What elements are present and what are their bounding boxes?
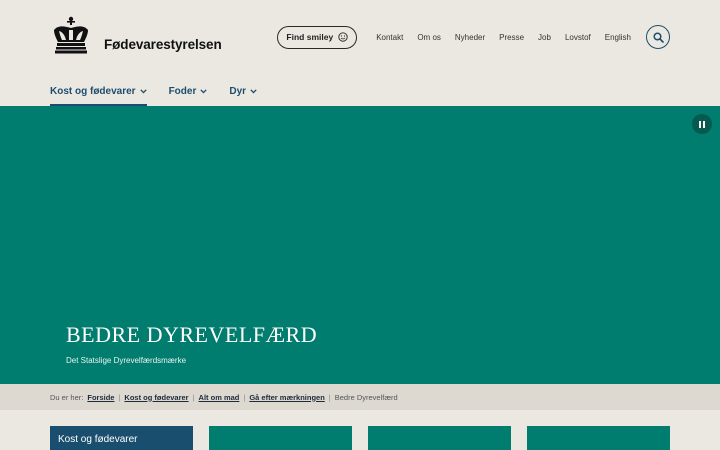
chevron-down-icon (139, 89, 147, 94)
breadcrumb-link-forside[interactable]: Forside (87, 393, 114, 402)
card-row: Kost og fødevarer (50, 426, 686, 450)
smiley-icon (338, 32, 348, 42)
site-logo[interactable]: Fødevarestyrelsen (50, 16, 222, 54)
top-navigation: Find smiley Kontakt Om os Nyheder Presse… (277, 25, 670, 49)
chevron-down-icon (250, 89, 257, 94)
hero-title: BEDRE DYREVELFÆRD (66, 322, 318, 347)
search-icon (652, 31, 664, 43)
find-smiley-button[interactable]: Find smiley (277, 25, 358, 49)
chevron-down-icon (200, 89, 208, 94)
top-link-english[interactable]: English (605, 33, 631, 42)
pause-button[interactable] (692, 114, 712, 134)
nav-item-kost-og-foedevarer[interactable]: Kost og fødevarer (50, 86, 147, 106)
brand-name: Fødevarestyrelsen (104, 37, 222, 52)
hero-subtitle: Det Statslige Dyrevelfærdsmærke (66, 356, 187, 365)
find-smiley-label: Find smiley (286, 32, 334, 42)
card-teaser[interactable] (527, 426, 670, 450)
crown-icon (54, 16, 88, 54)
nav-item-label: Dyr (229, 86, 247, 97)
top-link-job[interactable]: Job (538, 33, 551, 42)
breadcrumb-link-gaa-efter-maerkningen[interactable]: Gå efter mærkningen (249, 393, 324, 402)
breadcrumb-link-kost-og-foedevarer[interactable]: Kost og fødevarer (124, 393, 188, 402)
hero-banner: BEDRE DYREVELFÆRD Det Statslige Dyrevelf… (0, 106, 720, 384)
breadcrumb-link-alt-om-mad[interactable]: Alt om mad (199, 393, 240, 402)
breadcrumb-current: Bedre Dyrevelfærd (334, 392, 398, 402)
card-title: Kost og fødevarer (58, 434, 138, 445)
pause-icon (699, 120, 701, 128)
nav-item-dyr[interactable]: Dyr (229, 86, 257, 106)
nav-item-foder[interactable]: Foder (169, 86, 208, 106)
top-link-nyheder[interactable]: Nyheder (455, 33, 485, 42)
card-teaser[interactable] (368, 426, 511, 450)
card-teaser[interactable] (209, 426, 352, 450)
nav-item-label: Kost og fødevarer (50, 86, 136, 97)
card-kost-og-foedevarer[interactable]: Kost og fødevarer (50, 426, 193, 450)
breadcrumb-separator: | (243, 392, 246, 402)
top-link-presse[interactable]: Presse (499, 33, 524, 42)
main-navigation: Kost og fødevarer Foder Dyr (50, 86, 279, 106)
nav-item-label: Foder (168, 86, 197, 97)
top-link-lovstof[interactable]: Lovstof (565, 33, 591, 42)
top-link-om-os[interactable]: Om os (417, 33, 441, 42)
breadcrumb: Du er her: Forside | Kost og fødevarer |… (0, 384, 720, 410)
search-button[interactable] (646, 25, 670, 49)
breadcrumb-separator: | (192, 392, 195, 402)
breadcrumb-separator: | (118, 392, 121, 402)
breadcrumb-prefix: Du er her: (50, 392, 84, 402)
top-link-kontakt[interactable]: Kontakt (376, 33, 403, 42)
site-header: Fødevarestyrelsen Find smiley Kontakt Om… (0, 0, 720, 106)
breadcrumb-separator: | (328, 392, 331, 402)
